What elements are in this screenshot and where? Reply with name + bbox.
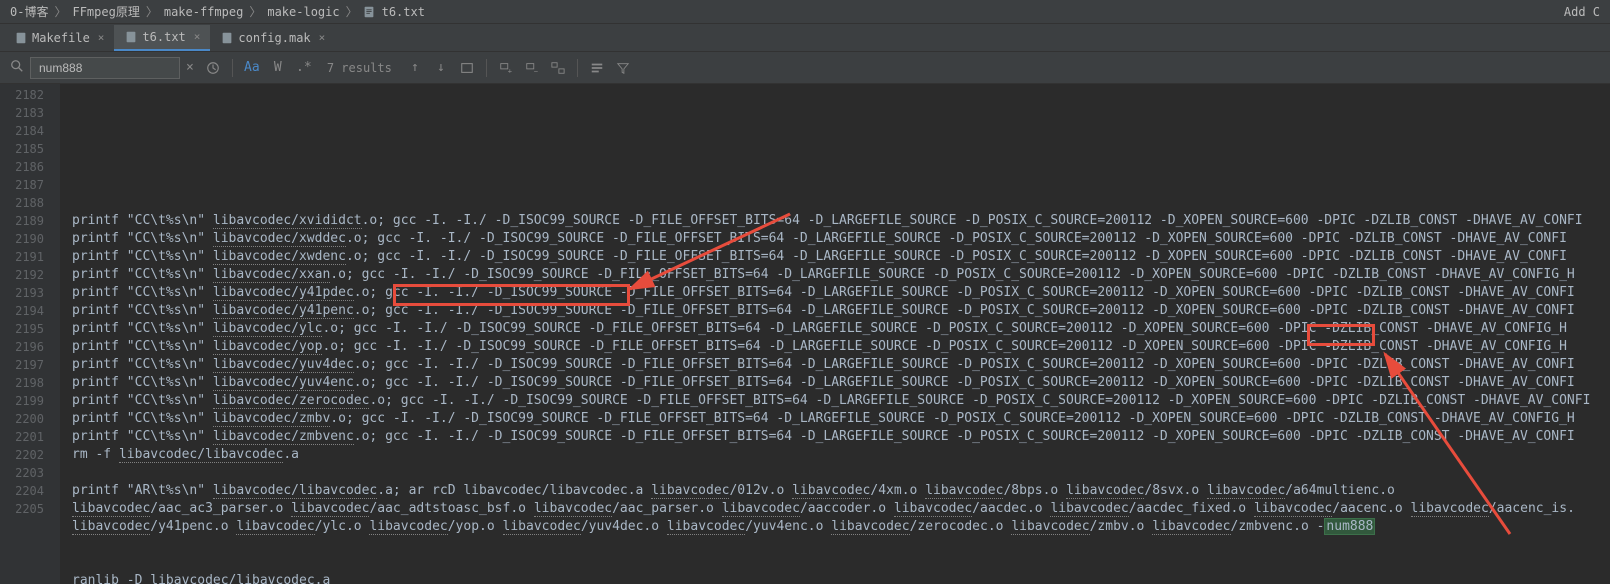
code-line: printf "CC\t%s\n" libavcodec/xxan.o; gcc… <box>60 266 1610 284</box>
breadcrumb: 0-博客 〉 FFmpeg原理 〉 make-ffmpeg 〉 make-log… <box>0 0 1610 24</box>
add-selection-icon[interactable]: + <box>497 61 515 75</box>
regex-button[interactable]: .* <box>295 60 313 75</box>
breadcrumb-item[interactable]: make-ffmpeg <box>164 5 243 19</box>
settings-icon[interactable] <box>588 61 606 75</box>
code-line: printf "CC\t%s\n" libavcodec/zerocodec.o… <box>60 392 1610 410</box>
code-line: libavcodec/y41penc.o libavcodec/ylc.o li… <box>60 518 1610 536</box>
separator <box>232 59 233 77</box>
code-line: printf "CC\t%s\n" libavcodec/xwdenc.o; g… <box>60 248 1610 266</box>
code-line: printf "CC\t%s\n" libavcodec/xwddec.o; g… <box>60 230 1610 248</box>
chevron-right-icon: 〉 <box>146 3 158 20</box>
breadcrumb-item[interactable]: 0-博客 <box>10 3 48 20</box>
remove-selection-icon[interactable]: − <box>523 61 541 75</box>
chevron-right-icon: 〉 <box>346 3 358 20</box>
code-line: libavcodec/aac_ac3_parser.o libavcodec/a… <box>60 500 1610 518</box>
code-area[interactable]: printf "CC\t%s\n" libavcodec/xvididct.o;… <box>60 84 1610 584</box>
file-icon <box>14 31 28 45</box>
tab-label: config.mak <box>238 31 310 45</box>
chevron-right-icon: 〉 <box>249 3 261 20</box>
code-line: ranlib -D libavcodec/libavcodec.a <box>60 572 1610 584</box>
svg-text:+: + <box>508 67 512 75</box>
separator <box>577 59 578 77</box>
close-icon[interactable]: × <box>319 31 326 44</box>
breadcrumb-item[interactable]: t6.txt <box>382 5 425 19</box>
search-icon <box>10 59 24 77</box>
editor: 2182218321842185218621872188218921902191… <box>0 84 1610 584</box>
filter-icon[interactable] <box>614 61 632 75</box>
close-icon[interactable]: × <box>194 30 201 43</box>
next-match-icon[interactable]: ↓ <box>432 60 450 75</box>
code-line: rm -f libavcodec/libavcodec.a <box>60 446 1610 464</box>
tab-t6[interactable]: t6.txt × <box>114 25 210 51</box>
code-line: printf "CC\t%s\n" libavcodec/yuv4dec.o; … <box>60 356 1610 374</box>
code-line <box>60 554 1610 572</box>
svg-text:−: − <box>534 67 538 75</box>
chevron-right-icon: 〉 <box>54 3 66 20</box>
file-icon <box>124 30 138 44</box>
prev-match-icon[interactable]: ↑ <box>406 60 424 75</box>
file-icon <box>220 31 234 45</box>
match-case-button[interactable]: Aa <box>243 60 261 75</box>
breadcrumb-item[interactable]: make-logic <box>267 5 339 19</box>
line-gutter: 2182218321842185218621872188218921902191… <box>0 84 60 584</box>
breadcrumb-item[interactable]: FFmpeg原理 <box>72 3 139 20</box>
code-line: printf "CC\t%s\n" libavcodec/zmbvenc.o; … <box>60 428 1610 446</box>
close-icon[interactable]: × <box>98 31 105 44</box>
select-all-occurrences-icon[interactable] <box>549 61 567 75</box>
clear-search-icon[interactable]: × <box>186 60 194 75</box>
search-input[interactable] <box>30 57 180 79</box>
results-count: 7 results <box>327 61 392 75</box>
code-line <box>60 536 1610 554</box>
code-line: printf "AR\t%s\n" libavcodec/libavcodec.… <box>60 482 1610 500</box>
tab-label: Makefile <box>32 31 90 45</box>
file-icon <box>362 5 376 19</box>
tab-config-mak[interactable]: config.mak × <box>210 25 335 51</box>
code-line: printf "CC\t%s\n" libavcodec/xvididct.o;… <box>60 212 1610 230</box>
match-word-button[interactable]: W <box>269 60 287 75</box>
code-line: printf "CC\t%s\n" libavcodec/yuv4enc.o; … <box>60 374 1610 392</box>
history-icon[interactable] <box>204 61 222 75</box>
code-line: printf "CC\t%s\n" libavcodec/y41pdec.o; … <box>60 284 1610 302</box>
separator <box>486 59 487 77</box>
tab-label: t6.txt <box>142 30 185 44</box>
editor-tabs: Makefile × t6.txt × config.mak × <box>0 24 1610 52</box>
code-line: printf "CC\t%s\n" libavcodec/zmbv.o; gcc… <box>60 410 1610 428</box>
code-line: printf "CC\t%s\n" libavcodec/ylc.o; gcc … <box>60 320 1610 338</box>
search-bar: × Aa W .* 7 results ↑ ↓ + − <box>0 52 1610 84</box>
code-line <box>60 464 1610 482</box>
code-line: printf "CC\t%s\n" libavcodec/yop.o; gcc … <box>60 338 1610 356</box>
add-config-button[interactable]: Add C <box>1564 5 1600 19</box>
tab-makefile[interactable]: Makefile × <box>4 25 114 51</box>
select-all-icon[interactable] <box>458 61 476 75</box>
code-line: printf "CC\t%s\n" libavcodec/y41penc.o; … <box>60 302 1610 320</box>
